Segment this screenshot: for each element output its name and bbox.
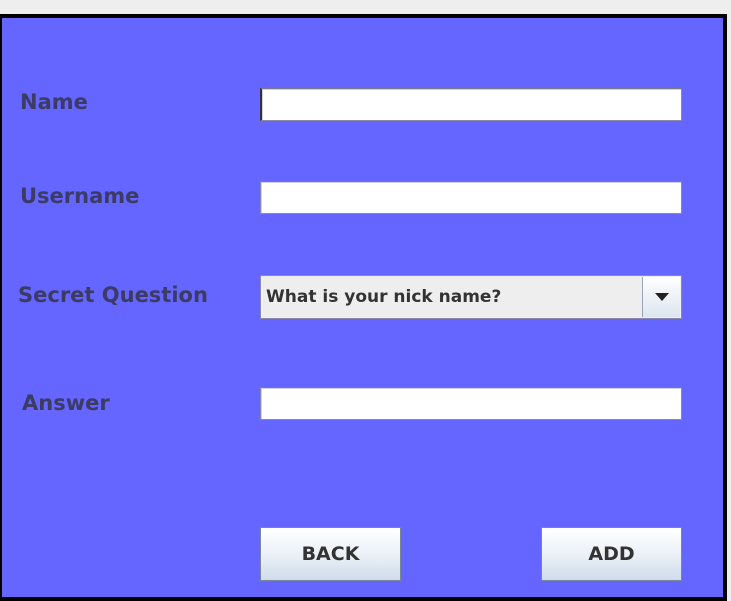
dropdown-button[interactable] [642, 277, 680, 317]
answer-label: Answer [22, 391, 110, 415]
secret-question-selected-value: What is your nick name? [266, 287, 502, 307]
answer-field[interactable] [260, 387, 682, 420]
username-label: Username [20, 184, 140, 208]
add-button[interactable]: ADD [541, 527, 682, 581]
name-label: Name [20, 90, 88, 114]
username-field[interactable] [260, 181, 682, 214]
chevron-down-icon [655, 293, 669, 301]
back-button[interactable]: BACK [260, 527, 401, 581]
name-field[interactable] [260, 88, 682, 121]
secret-question-select[interactable]: What is your nick name? [260, 275, 682, 319]
secret-question-label: Secret Question [18, 283, 208, 307]
